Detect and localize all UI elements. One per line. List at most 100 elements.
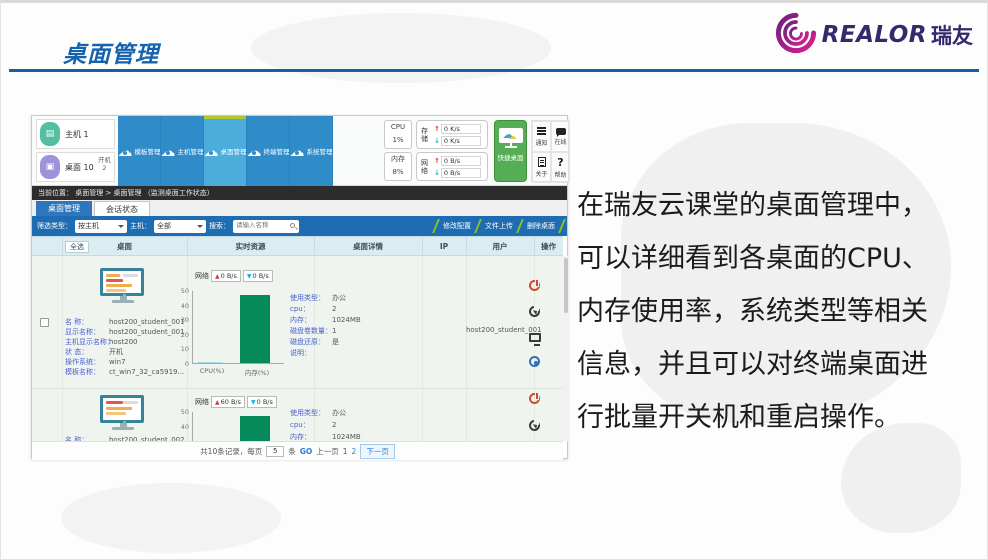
down-arrow-icon: ↓	[434, 137, 440, 145]
desktop-icon: ▣	[40, 155, 60, 179]
row-checkbox[interactable]	[40, 318, 49, 327]
power-icon[interactable]	[529, 280, 543, 294]
monitor-cloud-icon: ☁☁	[499, 128, 523, 143]
notifications-button[interactable]: 通知	[532, 121, 551, 152]
user-cell: host200_student_001	[466, 326, 534, 334]
field-value: 开机	[109, 348, 123, 356]
corner-menu: 通知 在线 关于 ? 帮助	[531, 120, 569, 182]
record-summary: 共10条记录，每页	[200, 446, 262, 457]
io-widgets: 存储 ↑0 K/s ↓0 K/s 网络 ↑0 B/s ↓0 B/s	[416, 116, 488, 181]
col-ip: IP	[422, 237, 466, 257]
search-icon[interactable]	[290, 223, 295, 228]
resource-bar-chart: 50 40 30 20 10 0	[192, 291, 284, 364]
desktop-monitor-icon	[100, 268, 146, 303]
nav-tab-host-management[interactable]: ☁ 主机管理	[161, 116, 204, 186]
upload-icon: ▲	[215, 273, 220, 280]
sub-tabs: 桌面管理 会话状态	[32, 200, 567, 216]
up-arrow-icon: ↑	[434, 125, 440, 133]
stat-card-hosts[interactable]: ▤ 主机 1	[36, 119, 115, 149]
tab-session-status[interactable]: 会话状态	[94, 201, 150, 216]
prev-page-button[interactable]: 上一页	[316, 446, 339, 457]
tab-desktop-management[interactable]: 桌面管理	[36, 201, 92, 216]
go-button[interactable]: GO	[300, 447, 313, 456]
logo-brand-cn: 瑞友	[931, 20, 973, 50]
cloud-icon: ☁	[247, 144, 262, 158]
network-rate-header: 网络 ▲0 B/s ▼0 B/s	[195, 270, 273, 282]
action-buttons: 修改配置 文件上传 删除桌面	[435, 216, 563, 236]
cloud-icon: ☁	[290, 144, 305, 158]
download-icon: ▼	[247, 273, 252, 280]
nav-tab-template-management[interactable]: ☁ 模板管理	[118, 116, 161, 186]
file-upload-button[interactable]: 文件上传	[479, 221, 519, 231]
search-input[interactable]	[233, 220, 285, 231]
col-actions: 操作	[534, 237, 563, 257]
field-label: 状 态：	[65, 348, 88, 356]
col-user: 用户	[466, 237, 534, 257]
col-realtime: 实时资源	[187, 237, 314, 257]
scrollbar-thumb[interactable]	[564, 258, 568, 313]
memory-gauge: 内存 8%	[384, 152, 412, 181]
filter-bar: 筛选类型： 按主机 主机： 全部 搜索： 修改配置 文件上传 删除桌面	[32, 216, 567, 236]
page-size-input[interactable]	[266, 446, 284, 457]
storage-io-widget: 存储 ↑0 K/s ↓0 K/s	[416, 120, 488, 149]
restart-icon[interactable]	[529, 306, 543, 320]
field-value: ct_win7_32_ca5919...	[109, 368, 184, 376]
network-rate-header: 网络 ▲60 B/s ▼0 B/s	[195, 396, 277, 408]
cloud-icon: ☁	[118, 144, 133, 158]
next-page-button[interactable]: 下一页	[360, 444, 395, 459]
memory-bar	[240, 295, 270, 363]
cloud-icon: ☁	[161, 144, 176, 158]
download-icon: ▼	[251, 399, 256, 406]
resource-bar-chart: 50 40	[192, 412, 284, 441]
stat-cards: ▤ 主机 1 ▣ 桌面 10 开机 2	[36, 119, 115, 185]
locate-icon[interactable]	[529, 356, 543, 370]
nav-tab-terminal-management[interactable]: ☁ 终端管理	[247, 116, 290, 186]
notification-list-icon	[537, 126, 546, 137]
col-desktop: 桌面	[62, 237, 187, 257]
upload-icon: ▲	[215, 399, 220, 406]
table-row: 名 称： host200_student_001 显示名称： host200_s…	[32, 256, 563, 389]
description-text: 在瑞友云课堂的桌面管理中， 可以详细看到各桌面的CPU、 内存使用率，系统类型等…	[577, 179, 985, 444]
question-mark-icon: ?	[557, 157, 563, 168]
title-underline	[9, 69, 979, 72]
axis-label-mem: 内存(%)	[235, 367, 279, 377]
host-icon: ▤	[40, 122, 60, 146]
memory-bar	[240, 416, 270, 441]
about-button[interactable]: 关于	[532, 152, 551, 183]
network-io-widget: 网络 ↑0 B/s ↓0 B/s	[416, 152, 488, 181]
realor-logo: REALOR 瑞友	[774, 11, 973, 59]
field-label: 操作系统：	[65, 358, 100, 366]
restart-icon[interactable]	[529, 420, 543, 434]
field-value: host200_student_001	[109, 318, 185, 326]
field-label: 名 称：	[65, 318, 88, 326]
map-watermark	[61, 483, 281, 553]
main-nav: ☁ 模板管理 ☁ 主机管理 ☁ 桌面管理 ☁ 终端管理 ☁ 系统管理	[118, 116, 333, 186]
quick-desktop-button[interactable]: ☁☁ 快捷桌面	[494, 120, 527, 182]
console-toolbar: ▤ 主机 1 ▣ 桌面 10 开机 2 ☁ 模板管理	[32, 116, 567, 186]
field-label: 模板名称：	[65, 368, 100, 376]
map-watermark	[251, 13, 551, 83]
breadcrumb: 当前位置： 桌面管理 > 桌面管理 （监测桌面工作状态）	[32, 186, 567, 200]
host-select[interactable]: 全部	[154, 220, 206, 233]
monitor-icon[interactable]	[529, 333, 543, 347]
nav-tab-desktop-management[interactable]: ☁ 桌面管理	[204, 116, 247, 186]
page-1-button[interactable]: 1	[343, 447, 348, 456]
modify-config-button[interactable]: 修改配置	[437, 221, 477, 231]
chat-bubbles-icon	[556, 128, 566, 135]
stat-card-desktops[interactable]: ▣ 桌面 10 开机 2	[36, 152, 115, 182]
page-2-button[interactable]: 2	[352, 447, 357, 456]
online-button[interactable]: 在线	[551, 121, 570, 152]
power-icon[interactable]	[529, 393, 543, 407]
field-label: 显示名称：	[65, 328, 100, 336]
up-arrow-icon: ↑	[434, 157, 440, 165]
nav-tab-system-management[interactable]: ☁ 系统管理	[290, 116, 333, 186]
desktop-monitor-icon	[100, 395, 146, 430]
chevron-down-icon	[118, 225, 124, 231]
down-arrow-icon: ↓	[434, 169, 440, 177]
col-details: 桌面详情	[314, 237, 422, 257]
delete-desktop-button[interactable]: 删除桌面	[521, 221, 561, 231]
realor-spiral-icon	[774, 11, 818, 59]
management-console: ▤ 主机 1 ▣ 桌面 10 开机 2 ☁ 模板管理	[31, 115, 568, 459]
filter-type-select[interactable]: 按主机	[75, 220, 127, 233]
help-button[interactable]: ? 帮助	[551, 152, 570, 183]
